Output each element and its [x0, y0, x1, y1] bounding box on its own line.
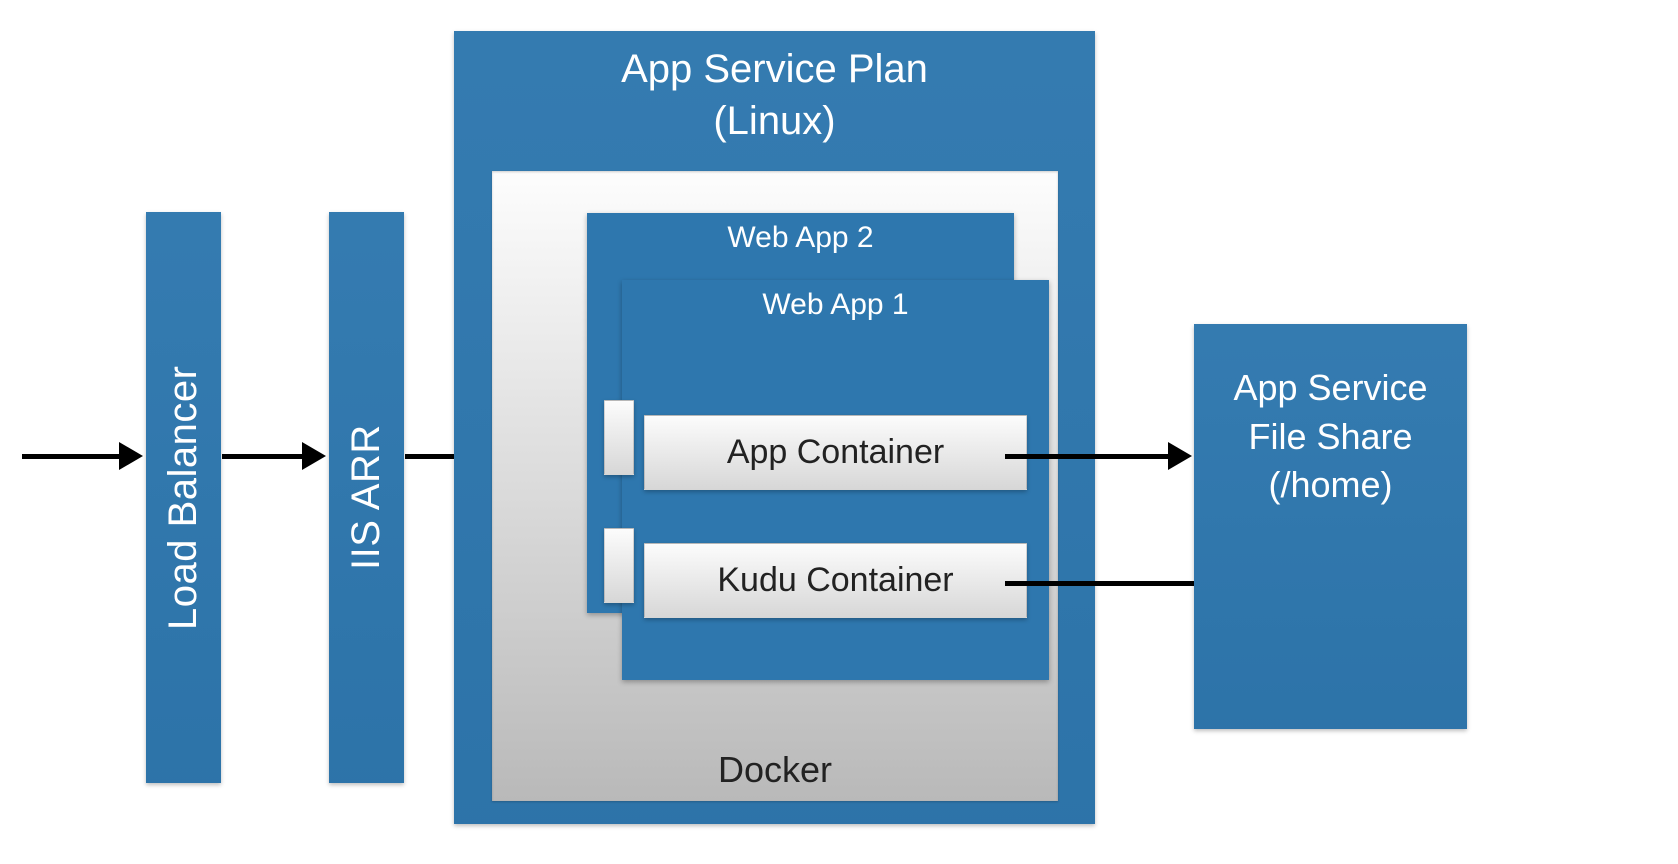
arrow-head-app-fs [1168, 442, 1192, 470]
file-share-box: App Service File Share (/home) [1194, 324, 1467, 729]
kudu-container-label: Kudu Container [717, 561, 953, 600]
docker-area: Web App 2 Web App 1 App Container Kudu C… [492, 171, 1058, 801]
architecture-diagram: Load Balancer IIS ARR App Service Plan (… [0, 0, 1678, 864]
load-balancer-box: Load Balancer [146, 212, 221, 783]
line-kudu-fs [1005, 581, 1194, 586]
arrow-head-lb-iis [302, 442, 326, 470]
file-share-line3: (/home) [1268, 464, 1392, 505]
load-balancer-label: Load Balancer [146, 212, 221, 783]
kudu-container-box: Kudu Container [644, 543, 1027, 618]
back-container-sliver-1 [604, 400, 634, 475]
iis-arr-label: IIS ARR [329, 212, 404, 783]
webapp1-label: Web App 1 [622, 280, 1049, 330]
plan-title-line1: App Service Plan [621, 47, 928, 91]
arrow-head-entry [119, 442, 143, 470]
webapp1-box: Web App 1 App Container Kudu Container [622, 280, 1049, 680]
webapp2-label: Web App 2 [587, 213, 1014, 263]
app-container-label: App Container [727, 433, 944, 472]
arrow-line-app-fs [1005, 454, 1168, 459]
file-share-line2: File Share [1248, 416, 1412, 457]
app-container-box: App Container [644, 415, 1027, 490]
back-container-sliver-2 [604, 528, 634, 603]
plan-title-line2: (Linux) [713, 99, 835, 143]
app-service-plan-title: App Service Plan (Linux) [621, 31, 928, 147]
file-share-text: App Service File Share (/home) [1194, 324, 1467, 510]
docker-label: Docker [492, 749, 1058, 791]
arrow-line-lb-iis [222, 454, 302, 459]
file-share-line1: App Service [1233, 367, 1427, 408]
iis-arr-box: IIS ARR [329, 212, 404, 783]
arrow-line-entry [22, 454, 119, 459]
app-service-plan-box: App Service Plan (Linux) Web App 2 Web A… [454, 31, 1095, 824]
